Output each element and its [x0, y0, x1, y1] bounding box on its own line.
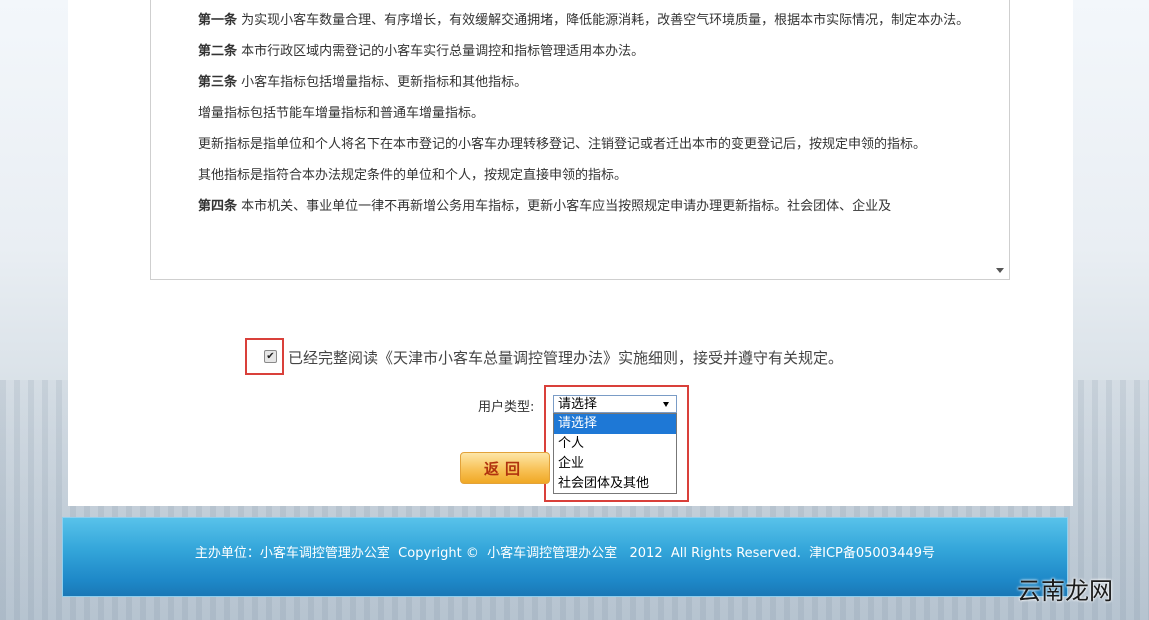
regulation-paragraph: 第三条 小客车指标包括增量指标、更新指标和其他指标。: [171, 67, 981, 98]
article-text: 小客车指标包括增量指标、更新指标和其他指标。: [237, 75, 528, 90]
regulations-content: 第一条 为实现小客车数量合理、有序增长，有效缓解交通拥堵，降低能源消耗，改善空气…: [171, 0, 981, 222]
back-button[interactable]: 返回: [460, 452, 550, 484]
footer: 主办单位：小客车调控管理办公室 Copyright © 小客车调控管理办公室 2…: [62, 517, 1068, 597]
dropdown-caret-icon: [663, 402, 669, 407]
regulations-textbox[interactable]: 第一条 为实现小客车数量合理、有序增长，有效缓解交通拥堵，降低能源消耗，改善空气…: [150, 0, 1010, 280]
user-type-label: 用户类型:: [478, 400, 535, 415]
option-social-group-other[interactable]: 社会团体及其他: [554, 474, 676, 494]
article-text: 本市机关、事业单位一律不再新增公务用车指标，更新小客车应当按照规定申请办理更新指…: [237, 199, 892, 214]
article-number: 第三条: [198, 75, 238, 90]
user-type-select[interactable]: 请选择: [553, 395, 677, 413]
agreement-text: 已经完整阅读《天津市小客车总量调控管理办法》实施细则，接受并遵守有关规定。: [288, 349, 844, 367]
article-text: 本市行政区域内需登记的小客车实行总量调控和指标管理适用本办法。: [237, 44, 645, 59]
user-type-dropdown-list: 请选择 个人 企业 社会团体及其他: [553, 413, 677, 494]
regulation-paragraph: 增量指标包括节能车增量指标和普通车增量指标。: [171, 98, 981, 129]
option-individual[interactable]: 个人: [554, 434, 676, 454]
article-text: 为实现小客车数量合理、有序增长，有效缓解交通拥堵，降低能源消耗，改善空气环境质量…: [237, 13, 970, 28]
article-number: 第一条: [198, 13, 238, 28]
option-please-select[interactable]: 请选择: [554, 414, 676, 434]
regulation-paragraph: 其他指标是指符合本办法规定条件的单位和个人，按规定直接申领的指标。: [171, 160, 981, 191]
user-type-selected-value: 请选择: [558, 397, 598, 412]
regulation-paragraph: 更新指标是指单位和个人将名下在本市登记的小客车办理转移登记、注销登记或者迁出本市…: [171, 129, 981, 160]
article-number: 第二条: [198, 44, 238, 59]
footer-copyright: 主办单位：小客车调控管理办公室 Copyright © 小客车调控管理办公室 2…: [194, 546, 936, 561]
option-enterprise[interactable]: 企业: [554, 454, 676, 474]
regulation-paragraph: 第一条 为实现小客车数量合理、有序增长，有效缓解交通拥堵，降低能源消耗，改善空气…: [171, 5, 981, 36]
watermark-logo: 云南龙网: [1017, 577, 1113, 605]
article-text: 增量指标包括节能车增量指标和普通车增量指标。: [198, 106, 485, 121]
regulation-paragraph: 第二条 本市行政区域内需登记的小客车实行总量调控和指标管理适用本办法。: [171, 36, 981, 67]
agreement-row: ✔ 已经完整阅读《天津市小客车总量调控管理办法》实施细则，接受并遵守有关规定。: [245, 338, 945, 378]
article-text: 其他指标是指符合本办法规定条件的单位和个人，按规定直接申领的指标。: [198, 168, 628, 183]
article-number: 第四条: [198, 199, 238, 214]
regulation-paragraph: 第四条 本市机关、事业单位一律不再新增公务用车指标，更新小客车应当按照规定申请办…: [171, 191, 981, 222]
agreement-checkbox[interactable]: ✔: [264, 350, 277, 363]
vertical-scrollbar[interactable]: [992, 0, 1009, 279]
scroll-down-arrow-icon[interactable]: [996, 268, 1004, 273]
article-text: 更新指标是指单位和个人将名下在本市登记的小客车办理转移登记、注销登记或者迁出本市…: [198, 137, 927, 152]
